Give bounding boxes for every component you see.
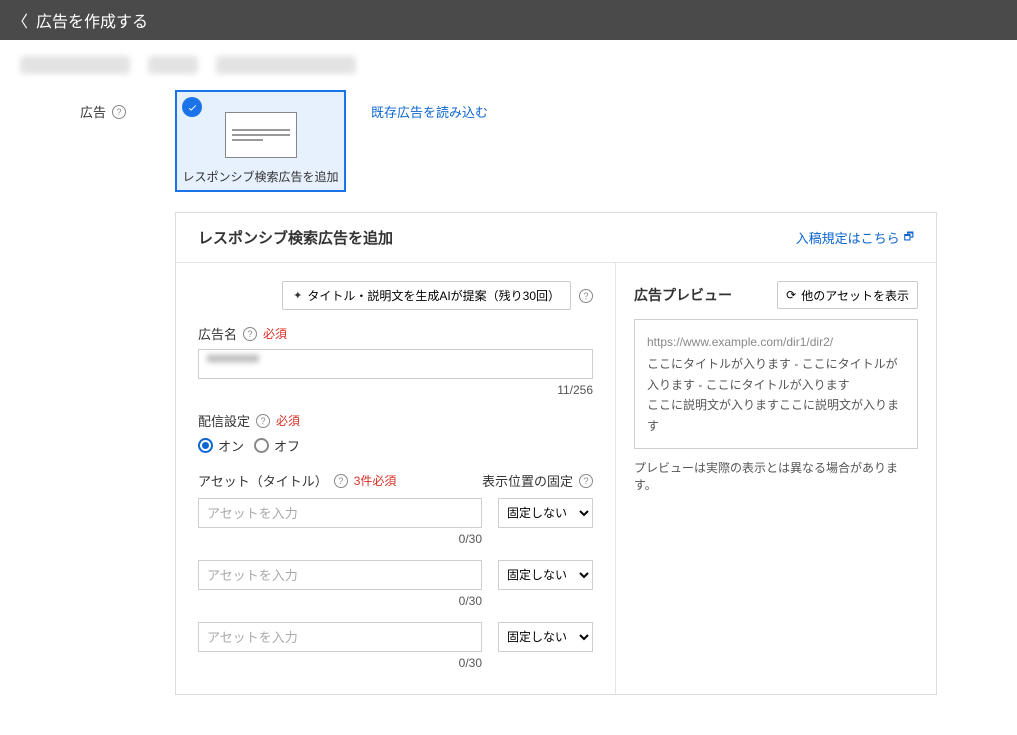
asset-title-input-3[interactable] xyxy=(198,622,482,652)
breadcrumb-blurred xyxy=(0,40,1017,90)
delivery-label: 配信設定 xyxy=(198,411,250,430)
page-header: 〈 広告を作成する xyxy=(0,0,1017,40)
ad-thumbnail-icon xyxy=(225,112,297,158)
load-existing-link[interactable]: 既存広告を読み込む xyxy=(371,105,488,120)
asset-pin-select-2[interactable]: 固定しない xyxy=(498,560,593,590)
help-icon[interactable]: ? xyxy=(256,414,270,428)
asset-title-label: アセット（タイトル） xyxy=(198,471,328,490)
ad-name-counter: 11/256 xyxy=(198,383,593,397)
asset-counter-2: 0/30 xyxy=(198,594,593,608)
help-icon[interactable]: ? xyxy=(243,327,257,341)
back-icon[interactable]: 〈 xyxy=(12,8,28,32)
asset-counter-3: 0/30 xyxy=(198,656,593,670)
preview-url: https://www.example.com/dir1/dir2/ xyxy=(647,332,905,352)
required-badge: 必須 xyxy=(263,325,287,342)
ad-name-input[interactable]: xxxxxxxx xyxy=(198,349,593,379)
sparkle-icon: ✦ xyxy=(293,289,302,302)
page-title: 広告を作成する xyxy=(36,8,148,32)
ad-name-label: 広告名 xyxy=(198,324,237,343)
refresh-icon: ⟳ xyxy=(786,288,796,302)
asset-counter-1: 0/30 xyxy=(198,532,593,546)
radio-selected-icon xyxy=(198,438,213,453)
guidelines-link[interactable]: 入稿規定はこちら 🗗 xyxy=(796,228,914,247)
asset-pin-select-1[interactable]: 固定しない xyxy=(498,498,593,528)
asset-pin-select-3[interactable]: 固定しない xyxy=(498,622,593,652)
required-badge: 必須 xyxy=(276,412,300,429)
ad-type-card-rsa[interactable]: レスポンシブ検索広告を追加 xyxy=(175,90,346,192)
required-badge: 3件必須 xyxy=(354,472,397,489)
preview-desc: ここに説明文が入りますここに説明文が入ります xyxy=(647,395,905,436)
panel-title: レスポンシブ検索広告を追加 xyxy=(198,227,393,248)
help-icon[interactable]: ? xyxy=(112,105,126,119)
delivery-on-radio[interactable]: オン xyxy=(198,436,244,455)
ai-suggest-button[interactable]: ✦ タイトル・説明文を生成AIが提案（残り30回） xyxy=(282,281,571,310)
asset-title-input-2[interactable] xyxy=(198,560,482,590)
delivery-off-radio[interactable]: オフ xyxy=(254,436,300,455)
ad-type-card-label: レスポンシブ検索広告を追加 xyxy=(182,168,338,185)
preview-title-label: 広告プレビュー xyxy=(634,285,732,305)
preview-note: プレビューは実際の表示とは異なる場合があります。 xyxy=(634,459,918,493)
preview-titles: ここにタイトルが入ります - ここにタイトルが入ります - ここにタイトルが入り… xyxy=(647,354,905,395)
selected-check-icon xyxy=(182,97,202,117)
show-other-assets-button[interactable]: ⟳ 他のアセットを表示 xyxy=(777,281,918,309)
help-icon[interactable]: ? xyxy=(334,474,348,488)
help-icon[interactable]: ? xyxy=(579,474,593,488)
rsa-panel: レスポンシブ検索広告を追加 入稿規定はこちら 🗗 ✦ タイトル・説明文を生成AI… xyxy=(175,212,937,695)
ad-preview-box: https://www.example.com/dir1/dir2/ ここにタイ… xyxy=(634,319,918,449)
asset-title-input-1[interactable] xyxy=(198,498,482,528)
section-label-ad: 広告 ? xyxy=(80,90,175,121)
external-link-icon: 🗗 xyxy=(904,228,914,247)
pin-position-label: 表示位置の固定 xyxy=(482,471,573,490)
help-icon[interactable]: ? xyxy=(579,289,593,303)
radio-unselected-icon xyxy=(254,438,269,453)
